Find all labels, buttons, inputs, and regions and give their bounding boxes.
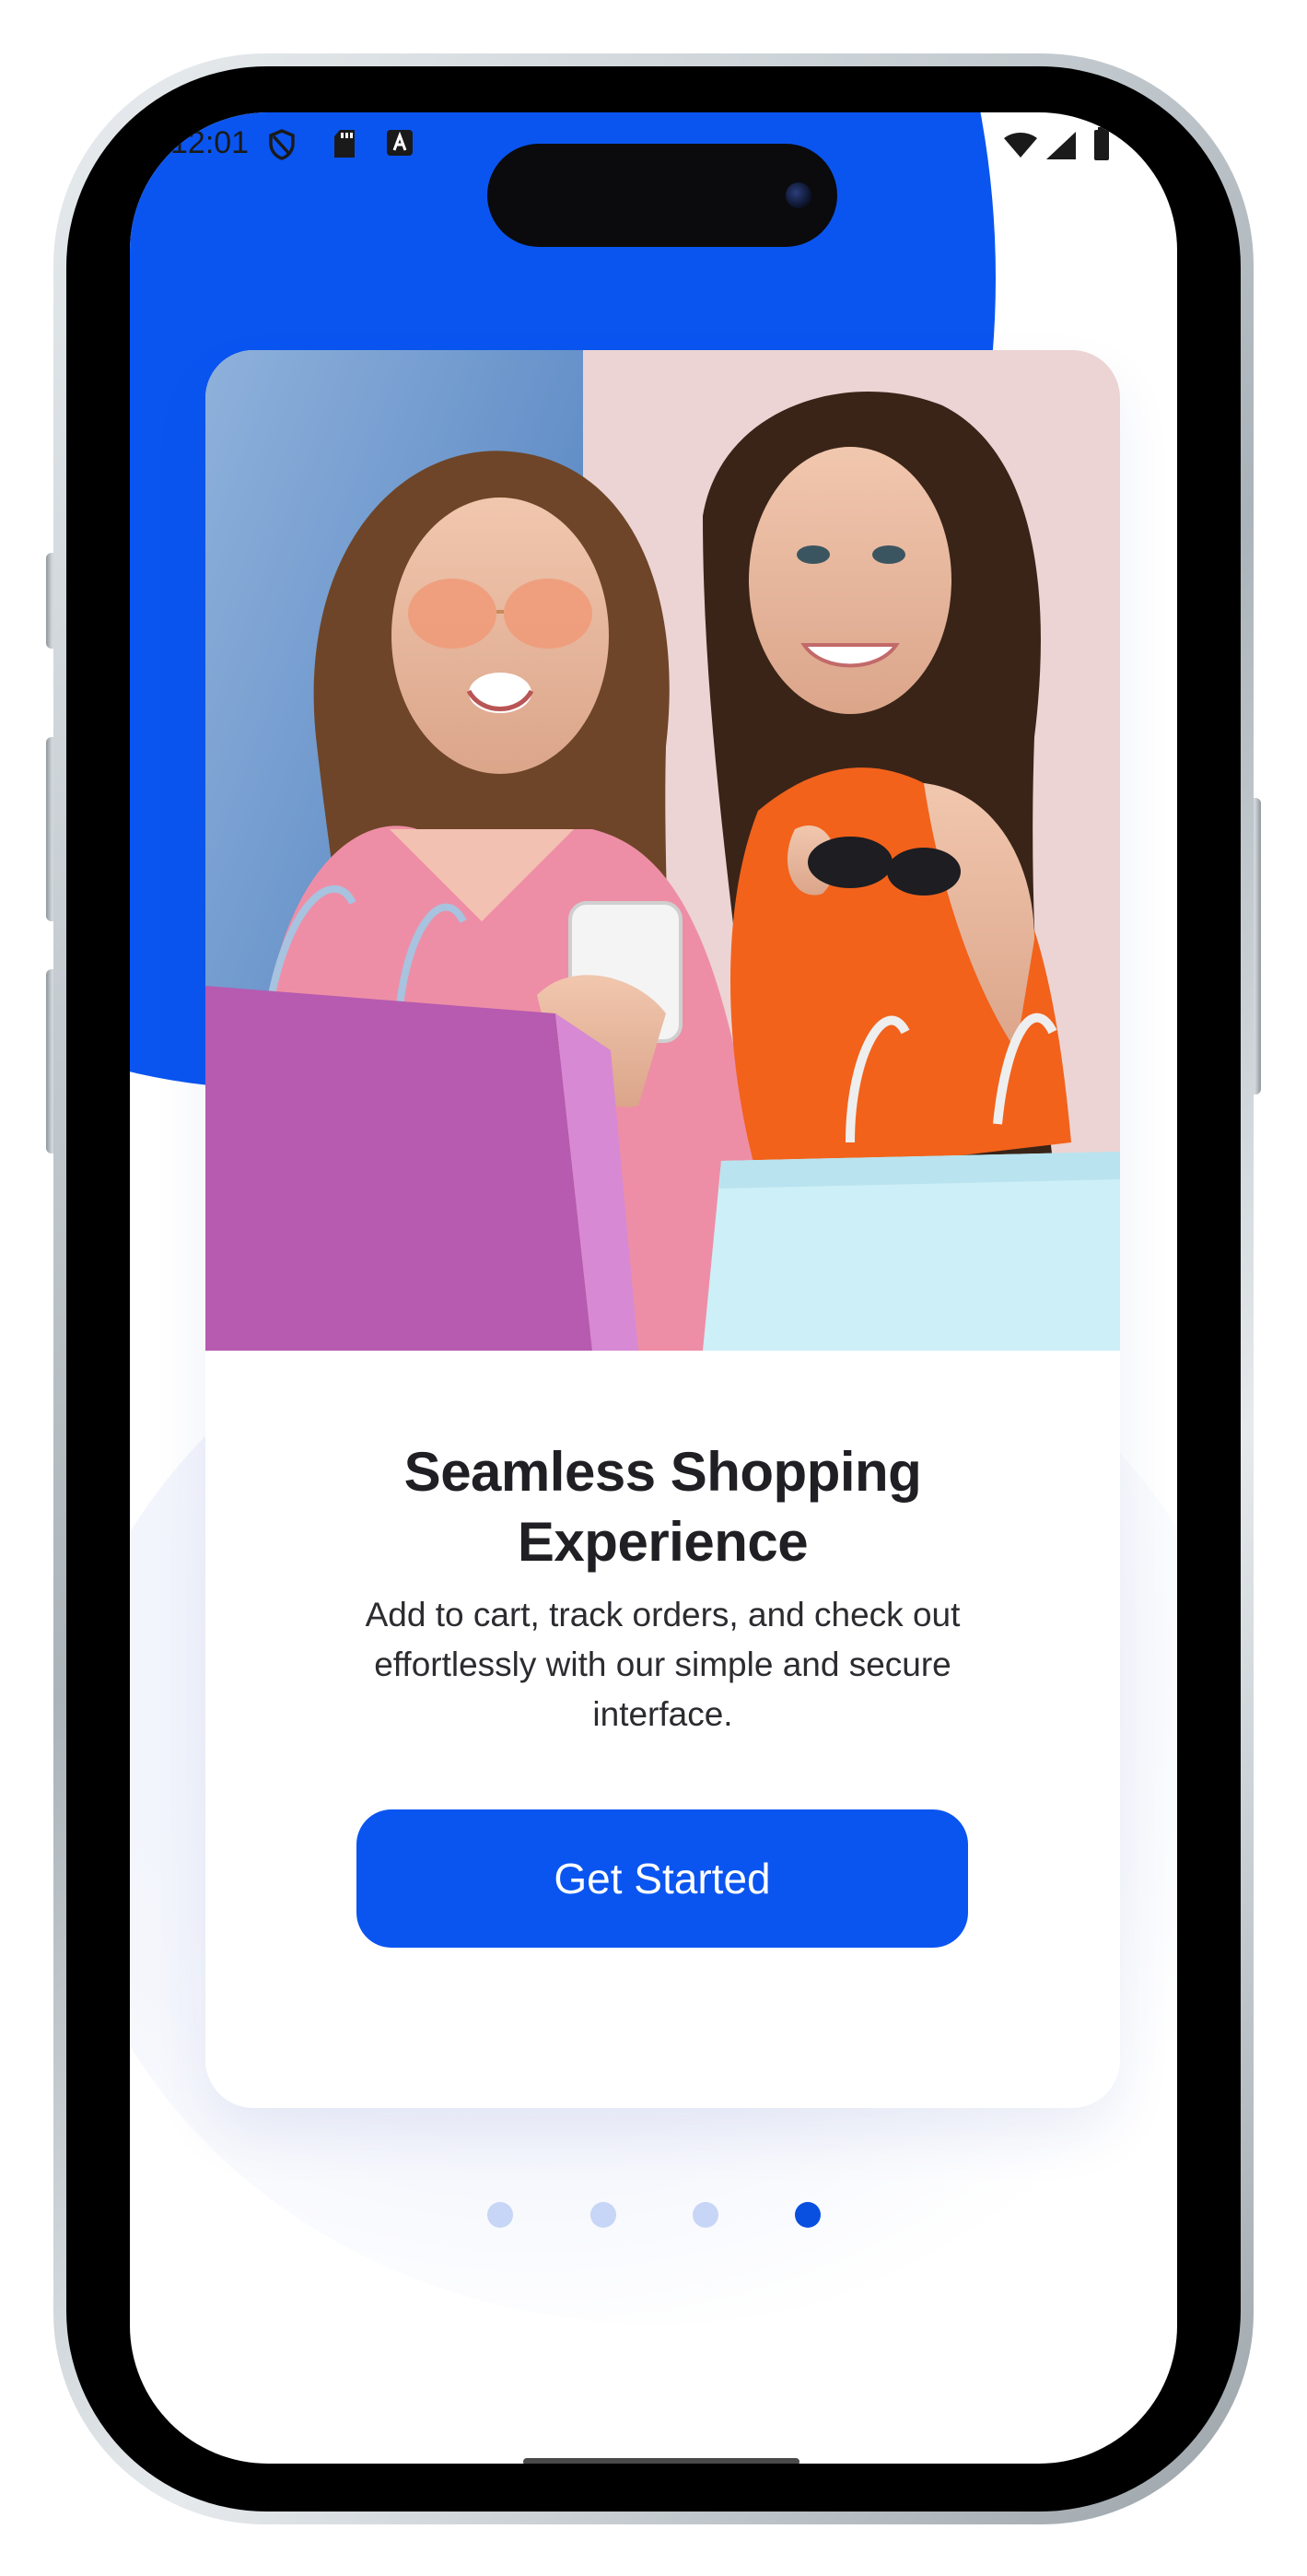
- a-badge-icon: [387, 130, 413, 156]
- onboarding-description: Add to cart, track orders, and check out…: [365, 1596, 961, 1733]
- page-dot-3[interactable]: [693, 2202, 718, 2228]
- get-started-label: Get Started: [554, 1855, 771, 1903]
- get-started-button[interactable]: Get Started: [356, 1809, 968, 1948]
- onboarding-card: Seamless Shopping Experience Add to cart…: [205, 350, 1120, 2108]
- hero-image: [205, 350, 1120, 1351]
- page-dot-4[interactable]: [795, 2202, 821, 2228]
- wifi-icon: [1004, 133, 1037, 158]
- front-camera-icon: [786, 182, 811, 208]
- page-dot-1[interactable]: [487, 2202, 513, 2228]
- device-mockup: 12:01 Seamless Shopping Experience Add t…: [0, 0, 1307, 2576]
- shield-icon: [269, 129, 295, 160]
- page-dot-2[interactable]: [590, 2202, 616, 2228]
- dynamic-island: [487, 144, 837, 247]
- onboarding-screen: 12:01 Seamless Shopping Experience Add t…: [130, 112, 1177, 2464]
- pagination-dots: [130, 2195, 1177, 2231]
- onboarding-title: Seamless Shopping Experience: [403, 1441, 922, 1573]
- home-indicator[interactable]: [523, 2458, 799, 2464]
- status-time: 12:01: [170, 125, 250, 160]
- battery-icon: [1094, 127, 1109, 160]
- cellular-icon: [1046, 132, 1076, 159]
- sd-card-icon: [334, 130, 355, 158]
- shopping-women-photo-icon: [205, 350, 1120, 1351]
